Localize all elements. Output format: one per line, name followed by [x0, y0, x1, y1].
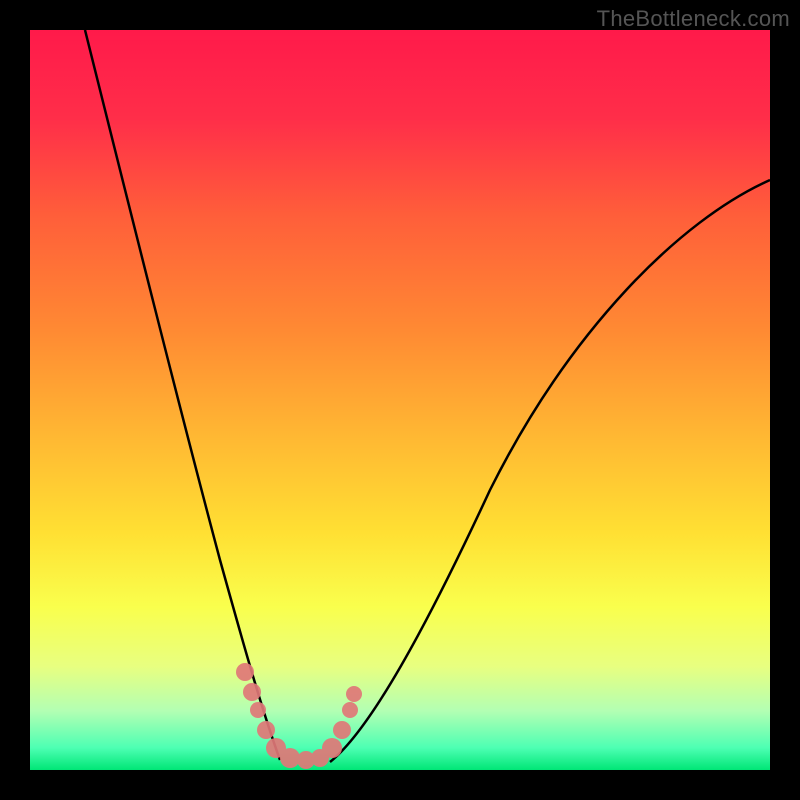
- curve-left: [85, 30, 280, 760]
- watermark: TheBottleneck.com: [597, 6, 790, 32]
- chart-curves: [30, 30, 770, 770]
- curve-right: [330, 180, 770, 762]
